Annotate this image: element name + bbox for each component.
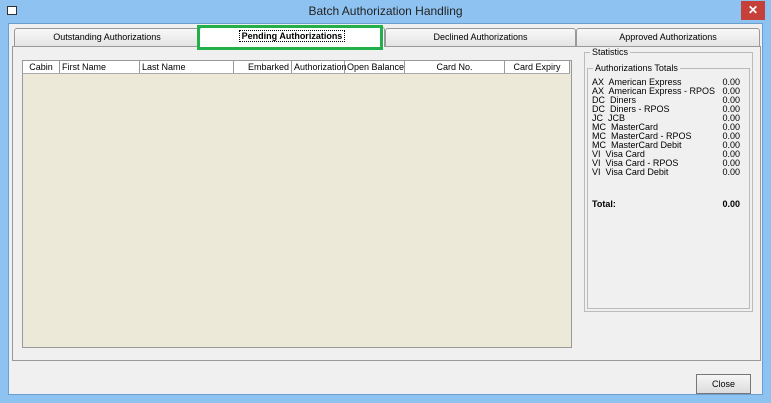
- authorization-totals-group: Authorizations Totals AX American Expres…: [587, 63, 750, 309]
- statistics-title: Statistics: [590, 47, 631, 57]
- total-value: 0.00: [722, 199, 740, 209]
- col-first-name[interactable]: First Name: [60, 61, 140, 73]
- authorization-totals-title: Authorizations Totals: [593, 63, 680, 73]
- close-button[interactable]: Close: [696, 374, 751, 394]
- total-item: VI Visa Card Debit 0.00: [588, 168, 749, 177]
- authorizations-grid[interactable]: Cabin First Name Last Name Embarked Auth…: [22, 60, 572, 348]
- col-open-balance[interactable]: Open Balance: [345, 61, 405, 73]
- window-close-button[interactable]: ✕: [741, 1, 765, 20]
- grid-header: Cabin First Name Last Name Embarked Auth…: [23, 61, 570, 74]
- total-label: Total:: [592, 199, 616, 209]
- statistics-group: Statistics Authorizations Totals AX Amer…: [584, 47, 753, 312]
- tab-outstanding[interactable]: Outstanding Authorizations: [14, 28, 200, 46]
- highlight-box: [197, 25, 383, 50]
- totals-list: AX American Express 0.00 AX American Expre…: [588, 78, 749, 177]
- tab-declined[interactable]: Declined Authorizations: [385, 28, 576, 46]
- col-last-name[interactable]: Last Name: [140, 61, 234, 73]
- total-row: Total: 0.00: [592, 199, 740, 209]
- total-item-label: VI Visa Card Debit: [592, 167, 669, 177]
- tab-approved[interactable]: Approved Authorizations: [576, 28, 760, 46]
- window-title: Batch Authorization Handling: [308, 4, 463, 18]
- col-embarked[interactable]: Embarked: [234, 61, 292, 73]
- col-card-no[interactable]: Card No.: [405, 61, 505, 73]
- total-item-value: 0.00: [722, 167, 740, 177]
- app-icon: [7, 6, 17, 15]
- col-card-expiry[interactable]: Card Expiry: [505, 61, 570, 73]
- col-cabin[interactable]: Cabin: [23, 61, 60, 73]
- col-authorization[interactable]: Authorization: [292, 61, 347, 73]
